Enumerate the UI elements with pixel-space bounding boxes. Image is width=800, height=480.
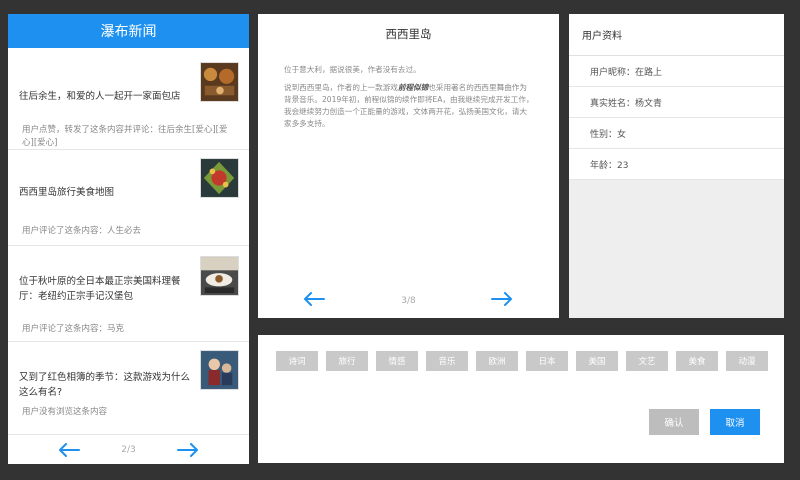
tag-travel[interactable]: 旅行 — [326, 351, 368, 371]
arrow-right-icon[interactable] — [491, 292, 513, 306]
tags-panel: 诗词 旅行 情感 音乐 欧洲 日本 美国 文艺 美食 动漫 确认 取消 — [258, 335, 784, 463]
bread-thumbnail — [200, 62, 239, 102]
tag-music[interactable]: 音乐 — [426, 351, 468, 371]
profile-gender: 性别：女 — [569, 118, 784, 149]
article-paragraph: 说到西西里岛，作者的上一款游戏前程似锦也采用著名的西西里舞曲作为背景音乐。201… — [284, 82, 534, 130]
tag-poetry[interactable]: 诗词 — [276, 351, 318, 371]
feed-pager: 2/3 — [8, 434, 249, 464]
feed-item[interactable]: 西西里岛旅行美食地图 用户评论了这条内容：人生必去 — [8, 150, 249, 246]
arrow-left-icon[interactable] — [58, 442, 80, 457]
cancel-button[interactable]: 取消 — [710, 409, 760, 435]
tag-arts[interactable]: 文艺 — [626, 351, 668, 371]
tag-japan[interactable]: 日本 — [526, 351, 568, 371]
tag-usa[interactable]: 美国 — [576, 351, 618, 371]
article-text: 说到西西里岛，作者的上一款游戏 — [284, 83, 398, 92]
feed-page-indicator: 2/3 — [121, 444, 136, 455]
feed-item-meta: 用户点赞，转发了这条内容并评论：往后余生[爱心][爱心][爱心] — [22, 125, 228, 148]
article-panel: 西西里岛 位于意大利，据说很美，作者没有去过。 说到西西里岛，作者的上一款游戏前… — [258, 14, 559, 318]
feed-item-title: 往后余生，和爱的人一起开一家面包店 — [19, 91, 181, 102]
article-pager: 3/8 — [258, 292, 559, 312]
feed-item-title: 又到了红色相簿的季节：这款游戏为什么这么有名? — [19, 372, 191, 398]
profile-real-name: 真实姓名：杨文青 — [569, 87, 784, 118]
feed-panel: 瀑布新闻 往后余生，和爱的人一起开一家面包店 用户点赞，转发了这条内容并评论：往… — [8, 14, 249, 464]
feed-item-meta: 用户评论了这条内容：马克 — [22, 324, 125, 334]
tag-food[interactable]: 美食 — [676, 351, 718, 371]
feed-item-meta: 用户评论了这条内容：人生必去 — [22, 226, 142, 236]
confirm-button[interactable]: 确认 — [649, 409, 699, 435]
food-map-thumbnail — [200, 158, 239, 198]
arrow-right-icon[interactable] — [176, 442, 199, 457]
feed-header: 瀑布新闻 — [8, 14, 249, 48]
restaurant-thumbnail — [200, 256, 239, 296]
article-game-name: 前程似锦 — [397, 83, 429, 92]
article-title: 西西里岛 — [385, 27, 432, 41]
tag-europe[interactable]: 欧洲 — [476, 351, 518, 371]
tag-emotion[interactable]: 情感 — [376, 351, 418, 371]
article-body: 位于意大利，据说很美，作者没有去过。 说到西西里岛，作者的上一款游戏前程似锦也采… — [284, 64, 534, 136]
profile-panel: 用户资料 用户昵称：在路上 真实姓名：杨文青 性别：女 年龄：23 — [569, 14, 784, 318]
profile-age: 年龄：23 — [569, 149, 784, 180]
feed-item-title: 位于秋叶原的全日本最正宗美国料理餐厅：老纽约正宗手记汉堡包 — [19, 276, 181, 302]
feed-item[interactable]: 往后余生，和爱的人一起开一家面包店 用户点赞，转发了这条内容并评论：往后余生[爱… — [8, 48, 249, 150]
feed-item[interactable]: 又到了红色相簿的季节：这款游戏为什么这么有名? 用户没有浏览这条内容 — [8, 342, 249, 435]
profile-nickname: 用户昵称：在路上 — [569, 56, 784, 87]
article-paragraph: 位于意大利，据说很美，作者没有去过。 — [284, 65, 421, 74]
feed-item[interactable]: 位于秋叶原的全日本最正宗美国料理餐厅：老纽约正宗手记汉堡包 用户评论了这条内容：… — [8, 246, 249, 342]
arrow-left-icon[interactable] — [303, 292, 325, 306]
profile-header: 用户资料 — [569, 14, 784, 56]
feed-item-meta: 用户没有浏览这条内容 — [22, 407, 108, 417]
tag-anime[interactable]: 动漫 — [726, 351, 768, 371]
game-thumbnail — [200, 350, 239, 390]
feed-item-title: 西西里岛旅行美食地图 — [19, 187, 115, 198]
